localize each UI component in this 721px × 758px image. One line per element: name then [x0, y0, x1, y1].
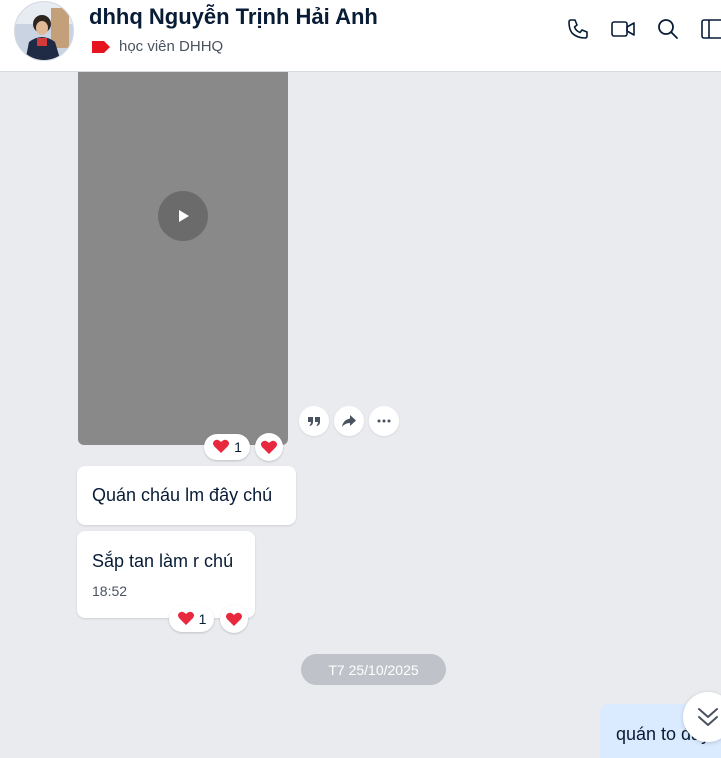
video-message[interactable]: [78, 72, 288, 445]
search-button[interactable]: [654, 15, 682, 43]
video-call-button[interactable]: [609, 15, 637, 43]
date-divider: T7 25/10/2025: [301, 654, 446, 685]
quick-react-button[interactable]: [255, 433, 283, 461]
reaction-count: 1: [198, 611, 207, 627]
contact-tag[interactable]: học viên DHHQ: [91, 38, 223, 55]
reaction-summary[interactable]: 1: [169, 606, 214, 632]
share-button[interactable]: [334, 406, 364, 436]
chat-header: dhhq Nguyễn Trịnh Hải Anh học viên DHHQ: [0, 0, 721, 72]
reaction-summary[interactable]: 1: [204, 434, 250, 460]
phone-button[interactable]: [564, 15, 592, 43]
message-text: Sắp tan làm r chú: [92, 551, 234, 571]
avatar-image: [15, 2, 73, 60]
message-bubble[interactable]: Quán cháu lm đây chú: [77, 466, 296, 525]
message-text: Quán cháu lm đây chú: [92, 485, 273, 505]
play-button[interactable]: [158, 191, 208, 241]
tag-label: học viên DHHQ: [119, 38, 224, 55]
heart-emoji: [177, 610, 195, 629]
chat-title[interactable]: dhhq Nguyễn Trịnh Hải Anh: [89, 4, 378, 30]
heart-icon: [261, 440, 277, 454]
reaction-count: 1: [234, 439, 242, 455]
avatar[interactable]: [14, 1, 74, 61]
video-call-icon: [611, 21, 635, 37]
play-icon: [179, 210, 189, 222]
heart-icon: [177, 611, 194, 625]
phone-icon: [568, 19, 588, 39]
sidebar-toggle-icon: [701, 19, 721, 39]
more-icon: [377, 419, 391, 423]
more-button[interactable]: [369, 406, 399, 436]
quick-react-button[interactable]: [220, 605, 248, 633]
sidebar-toggle-button[interactable]: [700, 15, 721, 43]
share-icon: [342, 415, 356, 427]
message-time: 18:52: [92, 583, 128, 599]
double-chevron-down-icon: [698, 708, 718, 726]
quote-button[interactable]: [299, 406, 329, 436]
heart-emoji: [212, 438, 230, 457]
tag-icon: [92, 40, 110, 53]
heart-icon: [213, 439, 230, 453]
heart-icon: [226, 612, 242, 626]
quote-icon: [308, 417, 320, 426]
search-icon: [658, 19, 678, 39]
